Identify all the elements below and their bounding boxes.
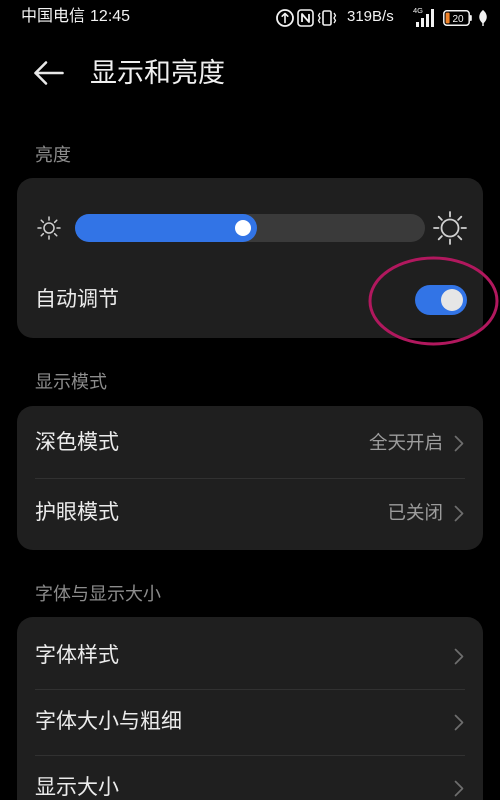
nfc-icon bbox=[297, 9, 314, 27]
dark-mode-value: 全天开启 bbox=[368, 432, 443, 453]
chevron-right-icon bbox=[454, 435, 464, 451]
chevron-right-icon bbox=[454, 648, 464, 664]
display-size-row[interactable]: 显示大小 bbox=[17, 755, 483, 800]
vibrate-icon bbox=[317, 10, 337, 26]
arrow-left-icon[interactable] bbox=[33, 60, 65, 86]
brightness-slider-fill bbox=[75, 214, 257, 242]
font-style-row[interactable]: 字体样式 bbox=[17, 623, 483, 689]
chevron-right-icon bbox=[454, 780, 464, 796]
font-display-card: 字体样式 字体大小与粗细 显示大小 bbox=[17, 617, 483, 800]
display-mode-card: 深色模式 全天开启 护眼模式 已关闭 bbox=[17, 406, 483, 550]
status-carrier-time: 中国电信 12:45 bbox=[21, 7, 130, 27]
leaf-icon bbox=[479, 10, 487, 26]
data-saver-icon bbox=[276, 9, 294, 27]
page-title: 显示和亮度 bbox=[90, 58, 225, 88]
font-size-weight-label: 字体大小与粗细 bbox=[35, 710, 182, 733]
section-label-display-mode: 显示模式 bbox=[35, 372, 107, 392]
network-speed: 319B/s bbox=[347, 8, 394, 25]
sun-small-icon bbox=[37, 216, 61, 240]
dark-mode-label: 深色模式 bbox=[35, 431, 119, 454]
eye-comfort-label: 护眼模式 bbox=[35, 501, 119, 524]
battery-level: 20 bbox=[452, 14, 464, 25]
auto-adjust-label: 自动调节 bbox=[35, 288, 119, 311]
font-size-weight-row[interactable]: 字体大小与粗细 bbox=[17, 689, 483, 755]
battery-icon: 20 bbox=[443, 10, 472, 26]
brightness-slider[interactable] bbox=[75, 214, 425, 242]
network-type: 4G bbox=[413, 6, 423, 15]
font-style-label: 字体样式 bbox=[35, 644, 119, 667]
dark-mode-row[interactable]: 深色模式 全天开启 bbox=[17, 408, 483, 478]
chevron-right-icon bbox=[454, 505, 464, 521]
signal-icon: 4G bbox=[413, 6, 434, 27]
carrier-name: 中国电信 bbox=[21, 8, 86, 25]
eye-comfort-value: 已关闭 bbox=[387, 502, 443, 523]
section-label-brightness: 亮度 bbox=[35, 145, 71, 165]
display-size-label: 显示大小 bbox=[35, 776, 119, 799]
brightness-slider-knob[interactable] bbox=[235, 220, 251, 236]
eye-comfort-row[interactable]: 护眼模式 已关闭 bbox=[17, 478, 483, 548]
section-label-font-display: 字体与显示大小 bbox=[35, 584, 161, 604]
annotation-ellipse bbox=[368, 256, 499, 346]
chevron-right-icon bbox=[454, 714, 464, 730]
clock: 12:45 bbox=[90, 8, 131, 25]
sun-large-icon bbox=[433, 211, 467, 245]
